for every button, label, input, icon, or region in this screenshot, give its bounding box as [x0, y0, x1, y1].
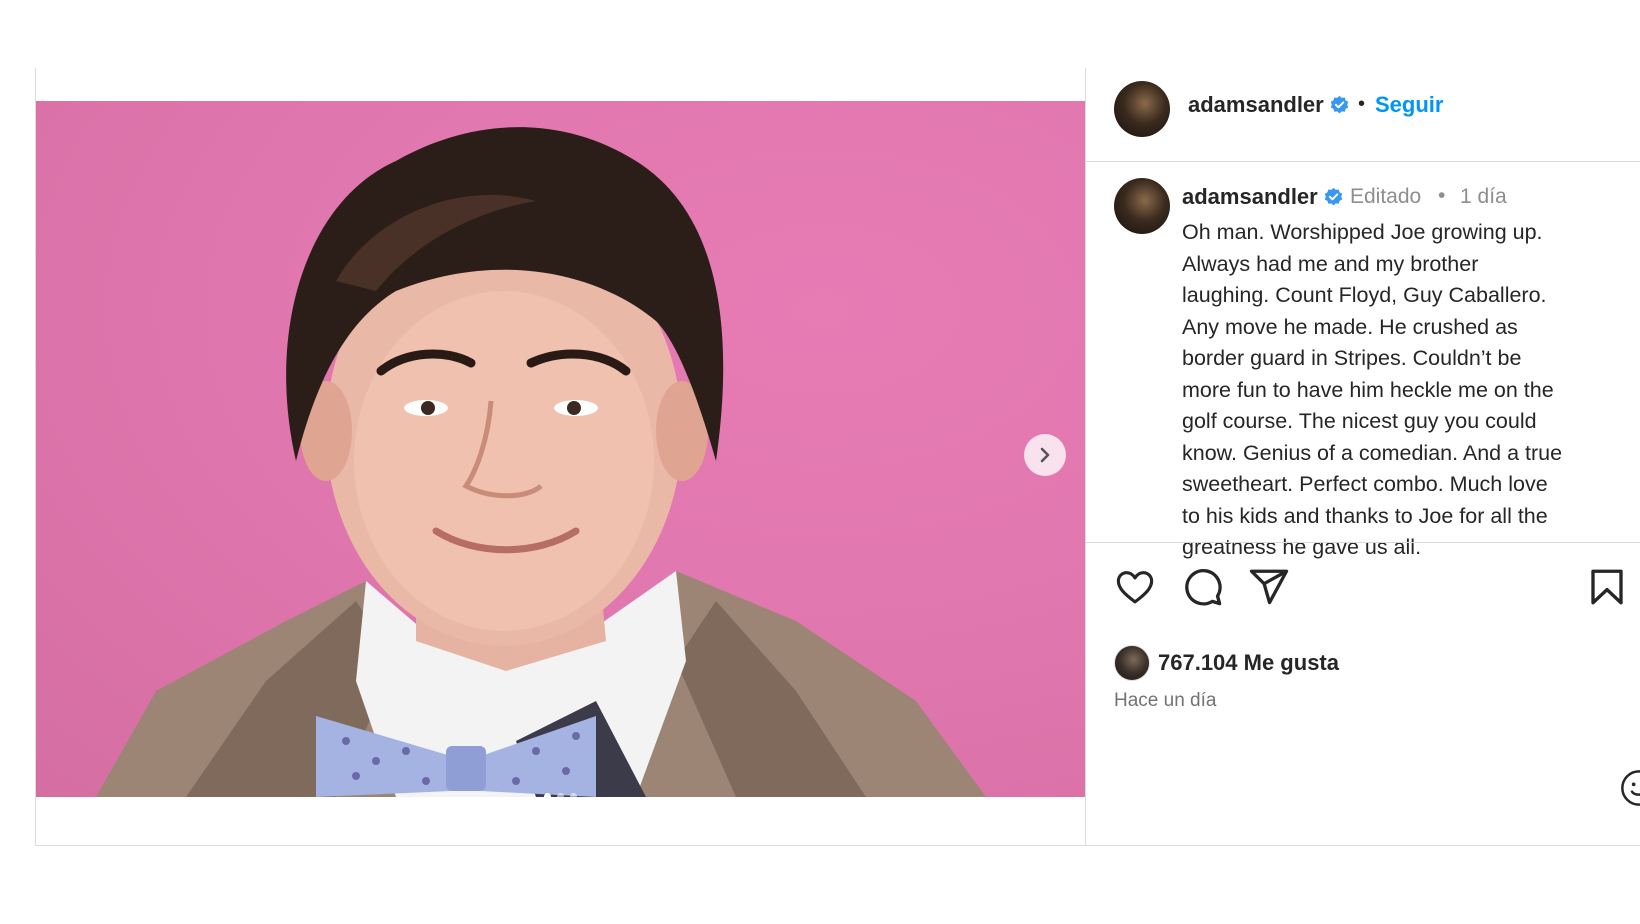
heart-icon[interactable]: [1114, 566, 1156, 608]
caption-line: to his kids and thanks to Joe for all th…: [1182, 503, 1548, 528]
caption-avatar[interactable]: [1114, 178, 1170, 234]
portrait-illustration: [96, 127, 986, 797]
caption-area: adamsandler Editado • 1 día Oh man. Wors…: [1086, 162, 1640, 636]
caption-line: sweetheart. Perfect combo. Much love: [1182, 472, 1548, 496]
header-separator: •: [1358, 93, 1366, 115]
caption-username[interactable]: adamsandler: [1182, 184, 1318, 210]
caption-line: Any move he made. He crushed as: [1182, 314, 1518, 339]
emoji-icon[interactable]: [1619, 768, 1640, 808]
caption-text: Oh man. Worshipped Joe growing up. Alway…: [1182, 217, 1622, 564]
post-photo: [36, 101, 1085, 797]
carousel-dot: [570, 793, 577, 797]
caption-line: Always had me and my brother: [1182, 251, 1479, 276]
share-icon[interactable]: [1248, 566, 1290, 608]
post-header: adamsandler • Seguir •••: [1086, 68, 1640, 162]
caption-line: know. Genius of a comedian. And a true: [1182, 440, 1563, 465]
bookmark-icon[interactable]: [1586, 566, 1628, 608]
caption-line: laughing. Count Floyd, Guy Caballero.: [1182, 283, 1547, 307]
post-media: [36, 68, 1085, 845]
caption-line: golf course. The nicest guy you could: [1182, 409, 1537, 433]
edited-label: Editado: [1350, 185, 1422, 208]
instagram-post: adamsandler • Seguir ••• adamsandler Edi…: [35, 68, 1640, 846]
carousel-indicator: [36, 793, 1085, 797]
avatar[interactable]: [1114, 81, 1170, 137]
caption-line: more fun to have him heckle me on the: [1182, 377, 1554, 402]
post-border-bottom: [35, 845, 1640, 846]
caption-line: Oh man. Worshipped Joe growing up.: [1182, 220, 1543, 244]
comment-icon[interactable]: [1182, 566, 1224, 608]
verified-badge-icon: [1330, 95, 1349, 114]
post-timestamp[interactable]: Hace un día: [1114, 690, 1216, 712]
caption-age[interactable]: 1 día: [1460, 185, 1507, 209]
likes-count[interactable]: 767.104 Me gusta: [1158, 650, 1339, 676]
post-sidebar: adamsandler • Seguir ••• adamsandler Edi…: [1086, 68, 1640, 845]
likes-row: 767.104 Me gusta: [1114, 645, 1339, 681]
chevron-right-icon: [1040, 447, 1050, 463]
follow-button[interactable]: Seguir: [1375, 92, 1443, 118]
header-username[interactable]: adamsandler: [1188, 92, 1324, 118]
meta-separator: •: [1438, 184, 1446, 207]
liker-avatar[interactable]: [1114, 645, 1150, 681]
carousel-next-button[interactable]: [1024, 434, 1066, 476]
carousel-dot: [557, 793, 564, 797]
caption-line: border guard in Stripes. Couldn’t be: [1182, 346, 1522, 370]
carousel-dot-active: [544, 793, 551, 797]
verified-badge-icon: [1324, 187, 1343, 206]
caption-line: greatness he gave us all.: [1182, 535, 1422, 559]
actions-divider: [1086, 542, 1640, 543]
